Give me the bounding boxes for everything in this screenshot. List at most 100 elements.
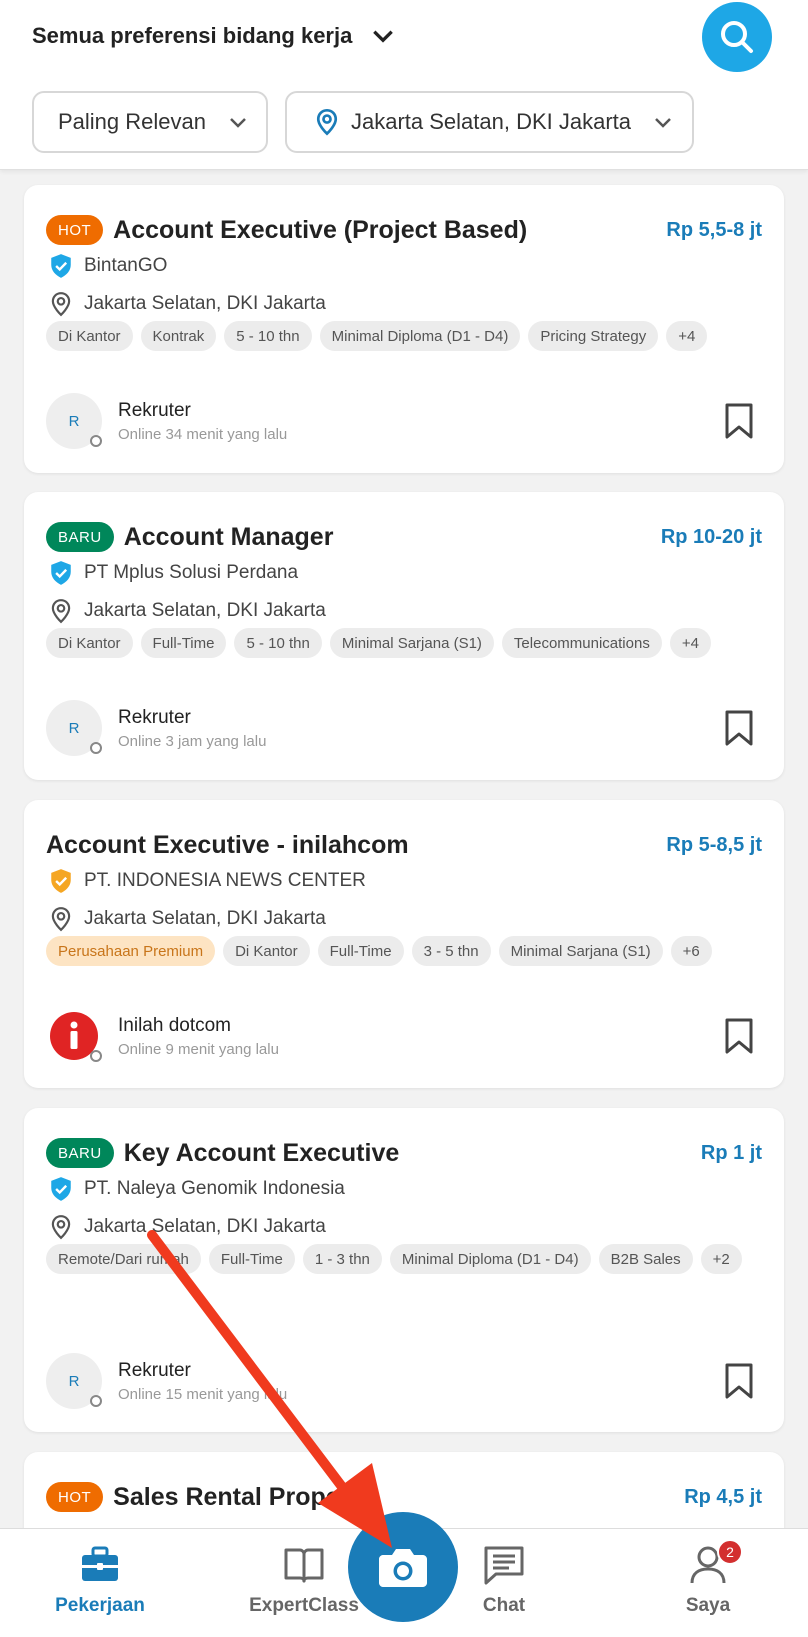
job-location: Jakarta Selatan, DKI Jakarta: [84, 600, 326, 621]
chevron-down-icon: [230, 118, 246, 128]
company-name: PT Mplus Solusi Perdana: [84, 562, 299, 583]
preference-selector[interactable]: Semua preferensi bidang kerja: [32, 18, 396, 54]
location-pin-icon: [51, 599, 71, 624]
bookmark-icon[interactable]: [724, 1017, 754, 1055]
job-title: Account Executive (Project Based): [113, 215, 528, 244]
nav-label: ExpertClass: [249, 1595, 359, 1616]
briefcase-icon: [82, 1546, 118, 1581]
job-tag-more: +4: [666, 321, 708, 351]
preference-label: Semua preferensi bidang kerja: [32, 23, 353, 48]
new-badge: BARU: [46, 1138, 114, 1168]
job-tag: Minimal Diploma (D1 - D4): [389, 1244, 591, 1274]
recruiter-name: Rekruter: [118, 1359, 191, 1381]
job-tag: Di Kantor: [46, 321, 133, 351]
sort-dropdown[interactable]: Paling Relevan: [32, 91, 268, 153]
avatar: R: [46, 700, 102, 756]
salary: Rp 1 jt: [700, 1141, 762, 1164]
job-tag: Di Kantor: [46, 628, 133, 658]
nav-saya[interactable]: Saya: [638, 1529, 778, 1637]
bookmark-icon[interactable]: [724, 402, 754, 440]
top-header: Semua preferensi bidang kerja Paling Rel…: [0, 0, 808, 170]
salary: Rp 10-20 jt: [660, 525, 762, 548]
job-tag: 5 - 10 thn: [234, 628, 322, 658]
online-status: Online 9 menit yang lalu: [118, 1040, 279, 1058]
location-label: Jakarta Selatan, DKI Jakarta: [351, 109, 632, 134]
salary: Rp 4,5 jt: [684, 1485, 762, 1508]
hot-badge: HOT: [46, 1482, 104, 1512]
verified-shield-icon: [51, 254, 71, 278]
book-icon: [284, 1548, 324, 1583]
nav-label: Pekerjaan: [55, 1595, 145, 1616]
online-status: Online 34 menit yang lalu: [118, 425, 288, 443]
online-status: Online 3 jam yang lalu: [118, 732, 267, 750]
job-tag: Full-Time: [317, 936, 404, 966]
camera-button[interactable]: [348, 1512, 458, 1622]
hot-badge: HOT: [46, 215, 104, 245]
search-button[interactable]: [702, 2, 772, 72]
job-tag: Di Kantor: [223, 936, 310, 966]
chat-icon: [484, 1546, 524, 1585]
camera-icon: [379, 1549, 427, 1587]
online-status: Online 15 menit yang lalu: [118, 1385, 288, 1403]
job-tag-more: +2: [700, 1244, 742, 1274]
job-title: Account Executive - inilahcom: [46, 830, 409, 859]
job-card[interactable]: Account Executive - inilahcom Rp 5-8,5 j…: [24, 800, 784, 1088]
job-tag: Minimal Sarjana (S1): [329, 628, 494, 658]
job-title: Key Account Executive: [123, 1138, 400, 1167]
location-pin-icon: [316, 108, 338, 136]
job-tag-more: +4: [669, 628, 711, 658]
job-tag-more: +6: [670, 936, 712, 966]
job-card[interactable]: BARU Account Manager Rp 10-20 jt PT Mplu…: [24, 492, 784, 780]
company-name: PT. Naleya Genomik Indonesia: [84, 1178, 345, 1199]
location-pin-icon: [51, 907, 71, 932]
job-tag: Minimal Sarjana (S1): [498, 936, 663, 966]
nav-label: Chat: [482, 1595, 526, 1616]
chevron-down-icon: [655, 118, 671, 128]
notification-badge: 2: [717, 1539, 743, 1565]
job-tag: Kontrak: [140, 321, 217, 351]
premium-shield-icon: [51, 869, 71, 893]
job-location: Jakarta Selatan, DKI Jakarta: [84, 1216, 326, 1237]
recruiter-name: Inilah dotcom: [118, 1014, 232, 1036]
job-tag: 5 - 10 thn: [224, 321, 312, 351]
job-location: Jakarta Selatan, DKI Jakarta: [84, 908, 326, 929]
job-tag: Full-Time: [208, 1244, 295, 1274]
avatar: R: [46, 1353, 102, 1409]
job-title: Sales Rental Propert: [113, 1482, 358, 1511]
new-badge: BARU: [46, 522, 114, 552]
job-tag: Pricing Strategy: [528, 321, 659, 351]
company-logo: [46, 1008, 102, 1064]
salary: Rp 5-8,5 jt: [666, 833, 762, 856]
bookmark-icon[interactable]: [724, 1362, 754, 1400]
search-icon: [721, 21, 753, 53]
job-card[interactable]: BARU Key Account Executive Rp 1 jt PT. N…: [24, 1108, 784, 1432]
company-name: BintanGO: [84, 255, 168, 276]
company-name: PT. INDONESIA NEWS CENTER: [84, 870, 366, 891]
job-card[interactable]: HOT Account Executive (Project Based) Rp…: [24, 185, 784, 473]
job-tag: B2B Sales: [598, 1244, 693, 1274]
location-pin-icon: [51, 1215, 71, 1240]
nav-label: Saya: [685, 1595, 731, 1616]
location-dropdown[interactable]: Jakarta Selatan, DKI Jakarta: [285, 91, 694, 153]
verified-shield-icon: [51, 561, 71, 585]
bookmark-icon[interactable]: [724, 709, 754, 747]
recruiter-name: Rekruter: [118, 706, 191, 728]
recruiter-name: Rekruter: [118, 399, 191, 421]
job-tag: Minimal Diploma (D1 - D4): [319, 321, 521, 351]
online-status-dot: [90, 1050, 102, 1062]
job-title: Account Manager: [123, 522, 334, 551]
job-tag: Full-Time: [140, 628, 227, 658]
salary: Rp 5,5-8 jt: [666, 218, 762, 241]
premium-tag: Perusahaan Premium: [46, 936, 216, 966]
job-tag: 1 - 3 thn: [302, 1244, 382, 1274]
nav-pekerjaan[interactable]: Pekerjaan: [30, 1529, 170, 1637]
online-status-dot: [90, 742, 102, 754]
sort-label: Paling Relevan: [58, 109, 206, 134]
job-location: Jakarta Selatan, DKI Jakarta: [84, 293, 326, 314]
online-status-dot: [90, 435, 102, 447]
chevron-down-icon: [373, 30, 394, 43]
online-status-dot: [90, 1395, 102, 1407]
job-tag: Telecommunications: [501, 628, 662, 658]
job-tag: Remote/Dari rumah: [46, 1244, 201, 1274]
avatar: R: [46, 393, 102, 449]
